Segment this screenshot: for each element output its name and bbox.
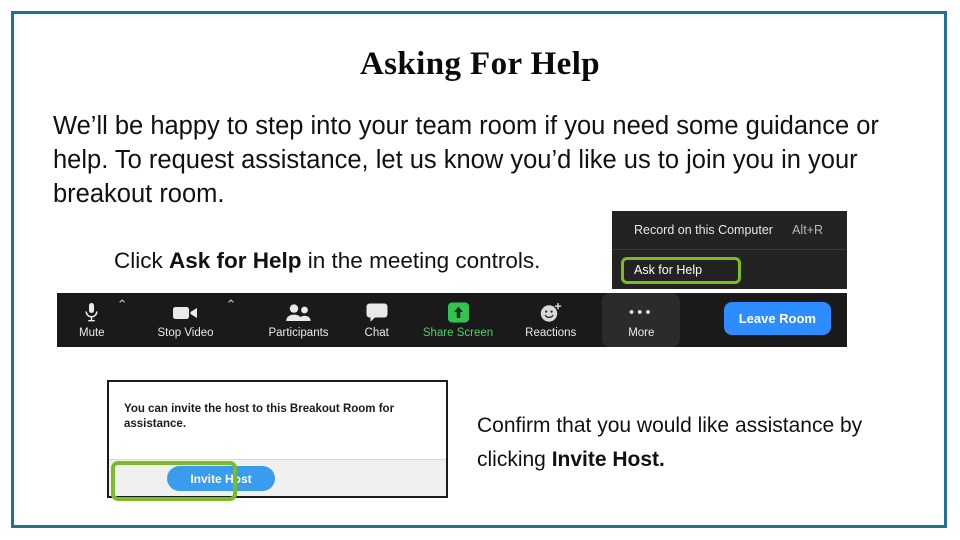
control-stop-video-label: Stop Video <box>157 326 214 339</box>
control-share-screen-label: Share Screen <box>422 326 494 339</box>
menu-item-record-label: Record on this Computer <box>634 223 773 237</box>
more-options-popup-menu: Record on this Computer Alt+R Ask for He… <box>612 211 847 289</box>
control-reactions[interactable]: Reactions <box>525 297 576 343</box>
page-title: Asking For Help <box>359 46 601 82</box>
menu-item-record-shortcut: Alt+R <box>792 223 823 237</box>
click-instruction-after: in the meeting controls. <box>301 248 541 273</box>
invite-host-highlight-box <box>111 461 237 501</box>
menu-item-ask-for-help-label: Ask for Help <box>634 263 703 277</box>
control-participants[interactable]: Participants <box>268 297 329 343</box>
more-ellipsis-icon: ••• <box>628 303 654 321</box>
microphone-icon <box>84 302 99 324</box>
share-screen-icon <box>447 302 470 324</box>
control-mute[interactable]: Mute <box>79 297 105 343</box>
zoom-meeting-control-bar: Mute ⌃ Stop Video ⌃ Participants Chat Sh… <box>57 293 847 347</box>
intro-paragraph: We’ll be happy to step into your team ro… <box>53 112 879 208</box>
video-chevron-up-icon[interactable]: ⌃ <box>226 297 237 313</box>
click-instruction-line: Click Ask for Help in the meeting contro… <box>114 248 540 274</box>
video-camera-icon <box>172 302 199 324</box>
click-instruction-before: Click <box>114 248 169 273</box>
confirm-instruction-bold: Invite Host. <box>551 448 665 471</box>
control-chat-label: Chat <box>364 326 389 339</box>
presentation-slide: Asking For Help We’ll be happy to step i… <box>0 0 960 540</box>
control-more[interactable]: ••• More <box>602 293 681 347</box>
leave-room-button[interactable]: Leave Room <box>723 302 831 335</box>
control-share-screen[interactable]: Share Screen <box>423 297 493 343</box>
reactions-smiley-icon <box>539 302 563 324</box>
confirm-instruction-before: Confirm that you would like assistance b… <box>477 414 863 471</box>
control-more-label: More <box>628 326 655 339</box>
click-instruction-bold: Ask for Help <box>169 248 302 273</box>
menu-item-record-on-this-computer[interactable]: Record on this Computer Alt+R <box>612 211 847 250</box>
confirm-instruction-paragraph: Confirm that you would like assistance b… <box>477 409 877 477</box>
invite-host-message: You can invite the host to this Breakout… <box>124 403 395 430</box>
control-chat[interactable]: Chat <box>365 297 389 343</box>
control-reactions-label: Reactions <box>525 326 577 339</box>
chat-bubble-icon <box>366 302 388 324</box>
control-mute-label: Mute <box>79 326 105 339</box>
control-stop-video[interactable]: Stop Video <box>157 297 214 343</box>
mute-chevron-up-icon[interactable]: ⌃ <box>117 297 128 313</box>
control-participants-label: Participants <box>268 326 329 339</box>
participants-icon <box>285 302 312 324</box>
